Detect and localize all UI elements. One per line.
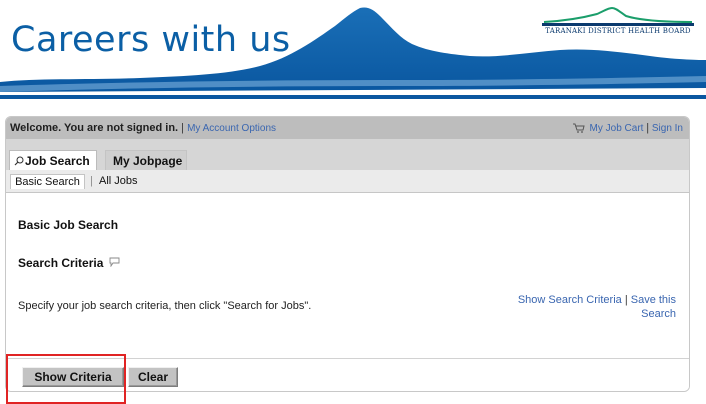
job-search-panel: Welcome. You are not signed in. | My Acc…	[5, 116, 690, 392]
criteria-links: Show Search Criteria | Save this Search	[506, 293, 676, 321]
cart-signin-links: My Job Cart | Sign In	[572, 122, 683, 136]
sub-tabs: Basic Search | All Jobs	[6, 170, 689, 193]
logo-text: TARANAKI DISTRICT HEALTH BOARD	[545, 27, 691, 35]
page-title: Basic Job Search	[18, 218, 119, 232]
my-account-options-link[interactable]: My Account Options	[187, 123, 276, 134]
magnifier-icon	[14, 152, 24, 172]
subtab-separator: |	[90, 175, 93, 187]
subtab-basic-search[interactable]: Basic Search	[10, 174, 85, 189]
welcome-text: Welcome. You are not signed in.	[10, 122, 179, 134]
tab-my-jobpage[interactable]: My Jobpage	[105, 150, 187, 170]
sign-in-link[interactable]: Sign In	[652, 123, 683, 134]
speech-bubble-icon[interactable]	[109, 256, 120, 270]
tdhb-logo: TARANAKI DISTRICT HEALTH BOARD	[542, 4, 694, 38]
cart-icon[interactable]	[572, 123, 585, 136]
save-this-search-link[interactable]: Save this Search	[631, 294, 676, 320]
welcome-bar: Welcome. You are not signed in. | My Acc…	[6, 117, 689, 139]
button-bar: Show Criteria Clear	[6, 358, 689, 391]
careers-banner: Careers with us TARANAKI DISTRICT HEALTH…	[0, 0, 706, 104]
careers-title: Careers with us	[11, 20, 291, 60]
separator: |	[624, 294, 628, 306]
search-instructions: Specify your job search criteria, then c…	[18, 300, 312, 312]
welcome-message-row: Welcome. You are not signed in. | My Acc…	[10, 122, 276, 134]
search-criteria-heading: Search Criteria	[18, 256, 120, 270]
subtab-all-jobs[interactable]: All Jobs	[99, 174, 138, 189]
my-job-cart-link[interactable]: My Job Cart	[590, 123, 644, 134]
search-content: Basic Job Search Search Criteria Specify…	[6, 193, 689, 358]
show-search-criteria-link[interactable]: Show Search Criteria	[518, 294, 622, 306]
tab-my-jobpage-label: My Jobpage	[113, 154, 183, 168]
main-tabs: Job Search My Jobpage	[6, 139, 689, 170]
tab-job-search-label: Job Search	[25, 154, 90, 168]
separator: |	[646, 122, 650, 134]
show-criteria-button[interactable]: Show Criteria	[22, 367, 124, 387]
logo-mountain-icon	[542, 4, 694, 26]
clear-button[interactable]: Clear	[128, 367, 178, 387]
separator: |	[181, 122, 185, 134]
tab-job-search[interactable]: Job Search	[9, 150, 97, 170]
search-criteria-label: Search Criteria	[18, 256, 104, 270]
